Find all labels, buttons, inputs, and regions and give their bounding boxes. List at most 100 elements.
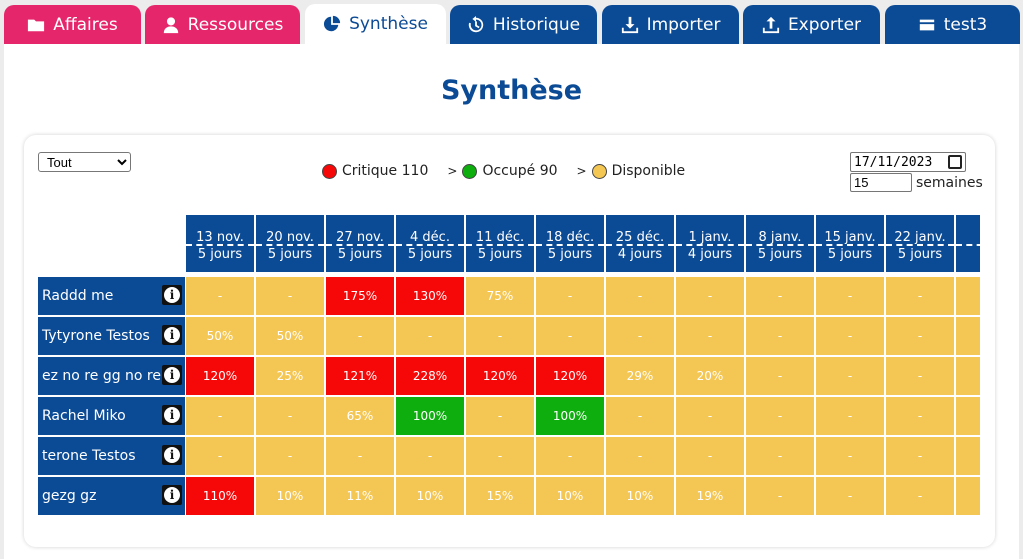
load-cell[interactable] bbox=[956, 397, 980, 435]
load-cell[interactable]: 11% bbox=[326, 477, 394, 515]
load-cell[interactable]: - bbox=[816, 477, 884, 515]
load-cell[interactable]: - bbox=[886, 277, 954, 315]
load-cell[interactable]: - bbox=[746, 437, 814, 475]
load-cell[interactable]: 20% bbox=[676, 357, 744, 395]
load-cell[interactable]: 100% bbox=[536, 397, 604, 435]
resource-row-label: Raddd me i bbox=[38, 277, 185, 315]
load-cell[interactable]: - bbox=[886, 317, 954, 355]
load-cell[interactable]: 10% bbox=[536, 477, 604, 515]
load-cell[interactable]: - bbox=[816, 437, 884, 475]
load-cell[interactable]: - bbox=[186, 437, 254, 475]
load-cell[interactable]: - bbox=[326, 437, 394, 475]
load-cell[interactable]: 120% bbox=[466, 357, 534, 395]
load-cell[interactable]: - bbox=[886, 397, 954, 435]
load-cell[interactable]: - bbox=[746, 277, 814, 315]
header-divider bbox=[956, 244, 980, 246]
load-cell[interactable]: - bbox=[746, 477, 814, 515]
start-date-input[interactable]: 17/11/2023 bbox=[850, 152, 966, 172]
load-cell[interactable]: 120% bbox=[186, 357, 254, 395]
load-cell[interactable]: - bbox=[536, 317, 604, 355]
load-cell[interactable]: 29% bbox=[606, 357, 674, 395]
load-cell[interactable]: 50% bbox=[256, 317, 324, 355]
load-cell[interactable] bbox=[956, 317, 980, 355]
tab-synthese[interactable]: Synthèse bbox=[305, 4, 446, 44]
load-cell[interactable]: - bbox=[816, 277, 884, 315]
load-cell[interactable]: 175% bbox=[326, 277, 394, 315]
card-icon bbox=[919, 19, 934, 30]
load-cell[interactable]: - bbox=[186, 397, 254, 435]
load-cell[interactable]: - bbox=[256, 397, 324, 435]
load-cell[interactable]: 15% bbox=[466, 477, 534, 515]
load-cell[interactable]: 50% bbox=[186, 317, 254, 355]
load-cell[interactable]: - bbox=[886, 437, 954, 475]
load-cell[interactable]: - bbox=[746, 357, 814, 395]
weeks-input[interactable] bbox=[850, 173, 912, 192]
load-cell[interactable] bbox=[956, 437, 980, 475]
load-cell[interactable]: 121% bbox=[326, 357, 394, 395]
week-days: 5 jours bbox=[407, 247, 453, 262]
load-cell[interactable]: - bbox=[396, 437, 464, 475]
load-cell[interactable] bbox=[956, 277, 980, 315]
info-button[interactable]: i bbox=[162, 445, 182, 465]
tab-affaires[interactable]: Affaires bbox=[4, 5, 141, 44]
load-cell[interactable]: - bbox=[466, 317, 534, 355]
load-cell[interactable]: - bbox=[536, 277, 604, 315]
tab-ressources[interactable]: Ressources bbox=[145, 5, 300, 44]
tab-importer[interactable]: Importer bbox=[602, 5, 739, 44]
synthese-panel: Tout Critique 110 > Occupé 90 > Disponib… bbox=[24, 135, 995, 547]
load-cell[interactable]: - bbox=[256, 277, 324, 315]
load-cell[interactable]: - bbox=[536, 437, 604, 475]
legend-occupe-label: Occupé bbox=[482, 163, 536, 179]
week-date: 15 janv. bbox=[824, 230, 876, 245]
load-cell[interactable]: - bbox=[256, 437, 324, 475]
info-button[interactable]: i bbox=[162, 325, 182, 345]
load-cell[interactable]: - bbox=[326, 317, 394, 355]
load-cell[interactable]: 25% bbox=[256, 357, 324, 395]
load-cell[interactable]: 130% bbox=[396, 277, 464, 315]
tab-test3-label: test3 bbox=[943, 14, 988, 35]
tab-historique[interactable]: Historique bbox=[450, 5, 597, 44]
filter-select[interactable]: Tout bbox=[38, 152, 131, 172]
load-cell[interactable]: - bbox=[676, 397, 744, 435]
load-cell[interactable]: - bbox=[886, 477, 954, 515]
info-button[interactable]: i bbox=[162, 365, 182, 385]
load-cell[interactable]: - bbox=[816, 317, 884, 355]
info-button[interactable]: i bbox=[162, 405, 182, 425]
tab-test3[interactable]: test3 bbox=[885, 5, 1020, 44]
load-cell[interactable]: - bbox=[606, 437, 674, 475]
load-cell[interactable]: 110% bbox=[186, 477, 254, 515]
load-cell[interactable]: 10% bbox=[606, 477, 674, 515]
load-cell[interactable]: - bbox=[676, 277, 744, 315]
week-date: 29 bbox=[956, 230, 980, 245]
load-cell[interactable]: - bbox=[606, 277, 674, 315]
load-cell[interactable]: 100% bbox=[396, 397, 464, 435]
legend-occupe-threshold: 90 bbox=[539, 163, 558, 179]
load-cell[interactable]: - bbox=[676, 317, 744, 355]
load-cell[interactable]: - bbox=[676, 437, 744, 475]
load-cell[interactable]: 10% bbox=[256, 477, 324, 515]
load-cell[interactable]: - bbox=[606, 317, 674, 355]
info-button[interactable]: i bbox=[162, 485, 182, 505]
load-cell[interactable]: - bbox=[186, 277, 254, 315]
load-cell[interactable]: 10% bbox=[396, 477, 464, 515]
load-cell[interactable]: - bbox=[816, 397, 884, 435]
header-divider bbox=[886, 244, 954, 246]
tab-exporter[interactable]: Exporter bbox=[743, 5, 880, 44]
load-cell[interactable]: - bbox=[466, 397, 534, 435]
load-cell[interactable]: - bbox=[746, 397, 814, 435]
load-cell[interactable]: 120% bbox=[536, 357, 604, 395]
load-cell[interactable]: - bbox=[606, 397, 674, 435]
load-cell[interactable]: 228% bbox=[396, 357, 464, 395]
load-cell[interactable]: - bbox=[746, 317, 814, 355]
calendar-icon[interactable] bbox=[948, 155, 962, 169]
load-cell[interactable] bbox=[956, 477, 980, 515]
load-cell[interactable]: - bbox=[466, 437, 534, 475]
load-cell[interactable]: - bbox=[886, 357, 954, 395]
load-cell[interactable]: - bbox=[396, 317, 464, 355]
load-cell[interactable]: 19% bbox=[676, 477, 744, 515]
load-cell[interactable]: - bbox=[816, 357, 884, 395]
info-button[interactable]: i bbox=[162, 285, 182, 305]
load-cell[interactable]: 65% bbox=[326, 397, 394, 435]
load-cell[interactable] bbox=[956, 357, 980, 395]
load-cell[interactable]: 75% bbox=[466, 277, 534, 315]
